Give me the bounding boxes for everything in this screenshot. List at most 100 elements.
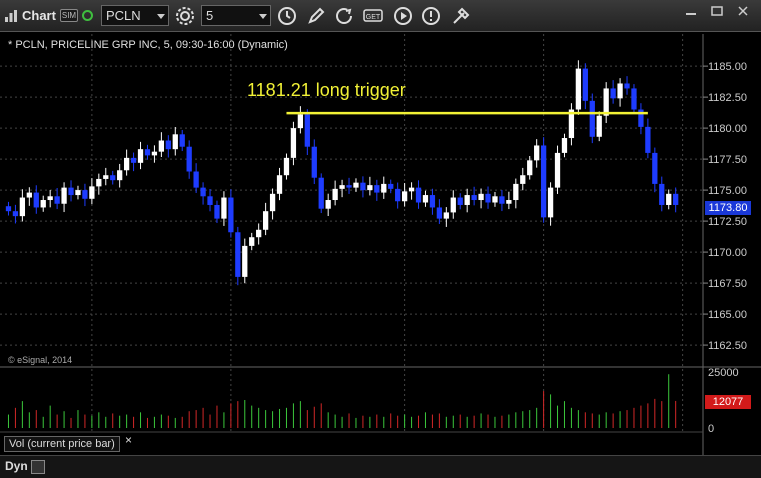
candle-body	[332, 188, 338, 201]
candle-body	[151, 151, 158, 156]
candle-body	[485, 193, 491, 203]
candle-body	[534, 145, 540, 161]
candle-body	[395, 188, 401, 202]
candle-body	[26, 192, 32, 198]
candle-body	[374, 185, 380, 193]
candle-body	[652, 152, 658, 184]
candle-body	[506, 200, 512, 204]
candle-body	[527, 160, 533, 176]
candle-body	[415, 187, 422, 203]
price-tick-label: 1170.00	[708, 247, 747, 259]
candle-body	[429, 195, 436, 208]
candle-body	[339, 185, 345, 189]
candle-body	[471, 195, 477, 201]
candle-body	[242, 245, 248, 277]
candle-body	[353, 182, 359, 188]
candle-body	[666, 193, 672, 205]
volume-panel-label[interactable]: Vol (current price bar)	[4, 436, 120, 452]
price-tick-label: 1167.50	[708, 278, 747, 290]
volume-panel-close-button[interactable]: ×	[125, 433, 132, 447]
candle-body	[144, 149, 151, 156]
chart-header: * PCLN, PRICELINE GRP INC, 5, 09:30-16:0…	[8, 39, 288, 51]
price-tick-label: 1180.00	[708, 123, 747, 135]
candle-body	[110, 175, 116, 181]
candle-body	[75, 190, 81, 196]
candle-body	[47, 196, 53, 201]
candle-body	[443, 212, 449, 219]
candle-body	[464, 195, 470, 205]
candle-body	[304, 114, 310, 147]
price-tick-label: 1172.50	[708, 216, 747, 228]
candle-body	[582, 68, 588, 101]
candle-body	[603, 88, 609, 116]
candle-body	[360, 182, 366, 191]
candle-body	[283, 157, 290, 176]
candle-body	[457, 197, 463, 205]
candle-body	[207, 196, 213, 205]
candle-body	[520, 175, 526, 184]
candle-body	[89, 186, 95, 199]
candle-body	[19, 197, 26, 217]
trigger-annotation[interactable]: 1181.21 long trigger	[247, 80, 406, 101]
candle-body	[401, 191, 408, 202]
last-volume-tag: 12077	[705, 395, 751, 409]
candle-body	[54, 196, 60, 204]
candle-body	[381, 183, 387, 193]
candle-body	[262, 211, 269, 230]
candle-body	[547, 187, 554, 218]
candle-body	[297, 114, 304, 129]
candle-body	[596, 115, 602, 137]
candle-body	[68, 187, 74, 196]
copyright-label: © eSignal, 2014	[8, 355, 73, 365]
candle-body	[408, 187, 415, 192]
dyn-label[interactable]: Dyn	[5, 459, 28, 473]
candle-body	[617, 83, 623, 99]
candle-body	[624, 83, 630, 89]
candle-body	[103, 175, 109, 179]
candle-body	[200, 187, 206, 197]
price-tick-label: 1162.50	[708, 340, 747, 352]
candle-body	[40, 200, 46, 208]
candle-body	[12, 211, 19, 217]
candle-body	[158, 140, 165, 152]
candle-body	[659, 183, 665, 205]
candle-body	[61, 187, 67, 204]
candle-body	[311, 146, 317, 178]
candle-body	[346, 185, 352, 188]
candle-body	[290, 128, 297, 158]
candle-body	[499, 196, 505, 204]
price-tick-label: 1182.50	[708, 92, 747, 104]
price-tick-label: 1175.00	[708, 185, 747, 197]
candle-body	[673, 193, 679, 205]
candle-body	[388, 183, 394, 189]
price-volume-chart[interactable]: 1185.00 1182.50 1180.00 1177.50 1175.00 1172.…	[0, 0, 761, 478]
candle-body	[82, 190, 88, 199]
candle-body	[165, 140, 171, 150]
candle-body	[450, 197, 456, 213]
price-tick-label: 1185.00	[708, 61, 747, 73]
candle-body	[249, 237, 255, 246]
time-axis-bar: Dyn	[0, 455, 761, 478]
candle-body	[513, 183, 519, 201]
candle-body	[137, 149, 144, 163]
axis-tick-labels: 1185.00 1182.50 1180.00 1177.50 1175.00 1172.…	[78, 61, 747, 473]
candle-body	[325, 200, 331, 209]
price-tick-label: 1177.50	[708, 154, 747, 166]
last-price-tag: 1173.80	[705, 201, 751, 215]
volume-tick-label: 0	[708, 423, 714, 435]
candle-body	[631, 88, 637, 110]
candle-body	[318, 177, 324, 209]
candle-body	[269, 193, 276, 212]
candle-body	[492, 196, 498, 203]
candle-body	[186, 146, 192, 172]
candle-body	[235, 232, 241, 277]
candle-body	[179, 134, 185, 147]
candle-body	[117, 170, 123, 181]
volume-tick-label: 25000	[708, 367, 739, 379]
candle-body	[610, 88, 616, 99]
candle-body	[478, 193, 484, 201]
candle-body	[96, 178, 102, 187]
dyn-settings-icon[interactable]	[31, 460, 45, 474]
candle-body	[554, 152, 561, 188]
price-tick-label: 1165.00	[708, 309, 747, 321]
